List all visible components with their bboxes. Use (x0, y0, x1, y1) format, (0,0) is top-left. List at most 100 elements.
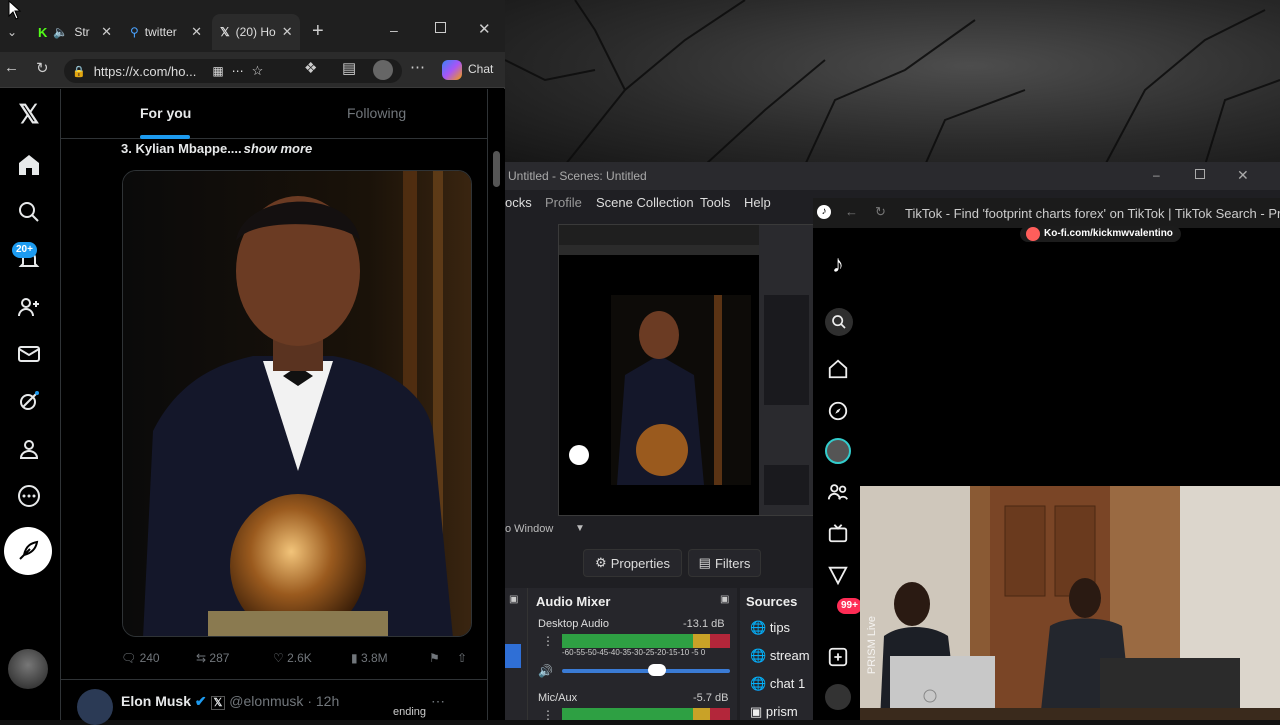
tab-kick[interactable]: K 🔈 Str ✕ (30, 14, 120, 50)
source-item[interactable]: 🌐 stream (750, 648, 810, 664)
messages-mail-icon[interactable] (14, 339, 44, 369)
show-more-link[interactable]: show more (244, 141, 313, 156)
volume-speaker-icon[interactable]: 🔊 (538, 664, 553, 678)
like-button[interactable]: ♡ 2.6K (273, 651, 312, 665)
properties-button[interactable]: ⚙ Properties (583, 549, 682, 577)
audio-settings-dots-icon[interactable]: ⋮ (542, 634, 554, 648)
compose-post-button[interactable] (4, 527, 52, 575)
timeline-tabs: For you Following (61, 89, 489, 139)
desktop-audio-slider[interactable] (562, 669, 730, 673)
live-tv-icon[interactable] (825, 520, 851, 546)
home-icon[interactable] (14, 150, 44, 180)
tab-x-home[interactable]: 𝕏 (20) Ho ✕ (212, 14, 300, 50)
close-tab-icon[interactable]: ✕ (101, 24, 112, 40)
webcam-feed: PRISM Live (860, 486, 1280, 720)
friends-icon[interactable] (825, 479, 851, 505)
home-icon[interactable] (825, 356, 851, 382)
favorite-star-icon[interactable]: ☆ (252, 63, 264, 79)
tree-branches-image (505, 0, 1280, 165)
tweet-more-icon[interactable]: ⋯ (431, 693, 445, 710)
close-window-button[interactable]: ✕ (478, 20, 491, 38)
views-button[interactable]: ▮ 3.8M (351, 651, 388, 665)
profile-avatar[interactable] (825, 684, 851, 710)
refresh-icon[interactable]: ↻ (875, 204, 886, 220)
x-logo-icon[interactable]: 𝕏 (14, 99, 44, 129)
tab-twitter-search[interactable]: ⚲ twitter ✕ (122, 14, 210, 50)
obs-preview[interactable] (558, 224, 815, 516)
menu-help[interactable]: Help (744, 195, 771, 210)
bottom-status-label: ending (393, 706, 427, 718)
obs-maximize-button[interactable] (1195, 169, 1205, 179)
mouse-cursor-icon (8, 0, 22, 20)
desktop-audio-db: -13.1 dB (683, 618, 725, 630)
menu-scene-collection[interactable]: Scene Collection (596, 195, 694, 210)
more-circle-icon[interactable] (14, 481, 44, 511)
account-avatar[interactable] (8, 649, 48, 689)
menu-docks[interactable]: ocks (505, 195, 532, 210)
sources-dock: Sources 🌐 tips 🌐 stream 🌐 chat 1 ▣ prism (740, 588, 815, 720)
bookmark-icon[interactable]: ⚑ (429, 651, 440, 665)
close-tab-icon[interactable]: ✕ (282, 24, 293, 40)
filter-icon: ▤ (698, 555, 711, 570)
author-name[interactable]: Elon Musk (121, 693, 191, 709)
extensions-puzzle-icon[interactable]: ❖ (304, 59, 317, 77)
extension-icon[interactable]: ⋯ (232, 64, 244, 78)
webcam-image (860, 486, 1280, 720)
back-icon[interactable]: ← (845, 204, 858, 219)
follow-person-icon[interactable] (14, 292, 44, 322)
copilot-icon[interactable] (442, 60, 462, 80)
source-label: tips (769, 620, 791, 635)
collections-icon[interactable]: ▤ (342, 59, 356, 77)
source-item[interactable]: ▣ prism (750, 704, 798, 720)
explore-compass-icon[interactable] (825, 398, 851, 424)
menu-profile[interactable]: Profile (545, 195, 582, 210)
repost-button[interactable]: ⇆ 287 (196, 651, 229, 665)
obs-close-button[interactable]: ✕ (1237, 167, 1249, 184)
tab-list-chevron-icon[interactable]: ⌄ (0, 20, 24, 44)
grok-icon[interactable] (14, 386, 44, 416)
dock-float-icon[interactable]: ▣ (720, 594, 729, 605)
back-icon[interactable]: ← (4, 59, 19, 76)
profile-icon[interactable] (14, 434, 44, 464)
search-icon[interactable] (825, 308, 853, 336)
refresh-icon[interactable]: ↻ (36, 59, 49, 77)
minimize-button[interactable]: – (390, 22, 398, 38)
kick-icon: K (38, 24, 48, 40)
close-tab-icon[interactable]: ✕ (191, 24, 202, 40)
dock-float-icon[interactable]: ▣ (509, 594, 518, 605)
more-menu-icon[interactable]: ⋯ (410, 58, 425, 76)
menu-tools[interactable]: Tools (700, 195, 730, 210)
x-sidebar: 𝕏 20+ (0, 89, 60, 720)
tab-following[interactable]: Following (347, 105, 406, 121)
scrollbar-thumb[interactable] (493, 151, 500, 187)
tiktok-logo-icon[interactable]: ♪ (825, 251, 851, 278)
source-item[interactable]: 🌐 chat 1 (750, 676, 805, 692)
upload-plus-icon[interactable] (825, 644, 851, 670)
audio-mixer-dock: Audio Mixer ▣ Desktop Audio -13.1 dB -60… (527, 588, 737, 722)
scrollbar[interactable] (488, 89, 505, 720)
volume-slider-handle[interactable] (648, 664, 666, 676)
kofi-banner[interactable]: Ko-fi.com/kickmwvalentino (1020, 226, 1181, 242)
new-tab-button[interactable]: + (312, 20, 324, 43)
author-handle: @elonmusk · 12h (229, 693, 340, 709)
reader-icon[interactable]: ▦ (212, 64, 223, 78)
filters-button[interactable]: ▤ Filters (688, 549, 761, 577)
explore-search-icon[interactable] (14, 197, 44, 227)
source-label: chat 1 (769, 676, 806, 691)
chat-button[interactable]: Chat (468, 62, 493, 76)
speaker-icon[interactable]: 🔈 (53, 25, 68, 39)
maximize-button[interactable] (435, 22, 446, 33)
reply-count: 240 (139, 651, 160, 665)
dropdown-chevron-icon[interactable]: ▼ (575, 523, 585, 534)
tweet-text: 3. Kylian Mbappe.... show more (121, 141, 312, 156)
obs-minimize-button[interactable]: – (1153, 168, 1160, 182)
source-item[interactable]: 🌐 tips (750, 620, 790, 636)
tab-for-you[interactable]: For you (140, 105, 191, 121)
inbox-send-icon[interactable] (825, 562, 851, 588)
scenes-dock-edge: ▣ (505, 588, 527, 720)
share-icon[interactable]: ⇧ (457, 651, 467, 665)
tweet-image[interactable] (122, 170, 472, 637)
reply-button[interactable]: 🗨 240 (121, 651, 160, 665)
profile-avatar[interactable] (373, 60, 393, 80)
following-avatar[interactable] (825, 438, 851, 464)
